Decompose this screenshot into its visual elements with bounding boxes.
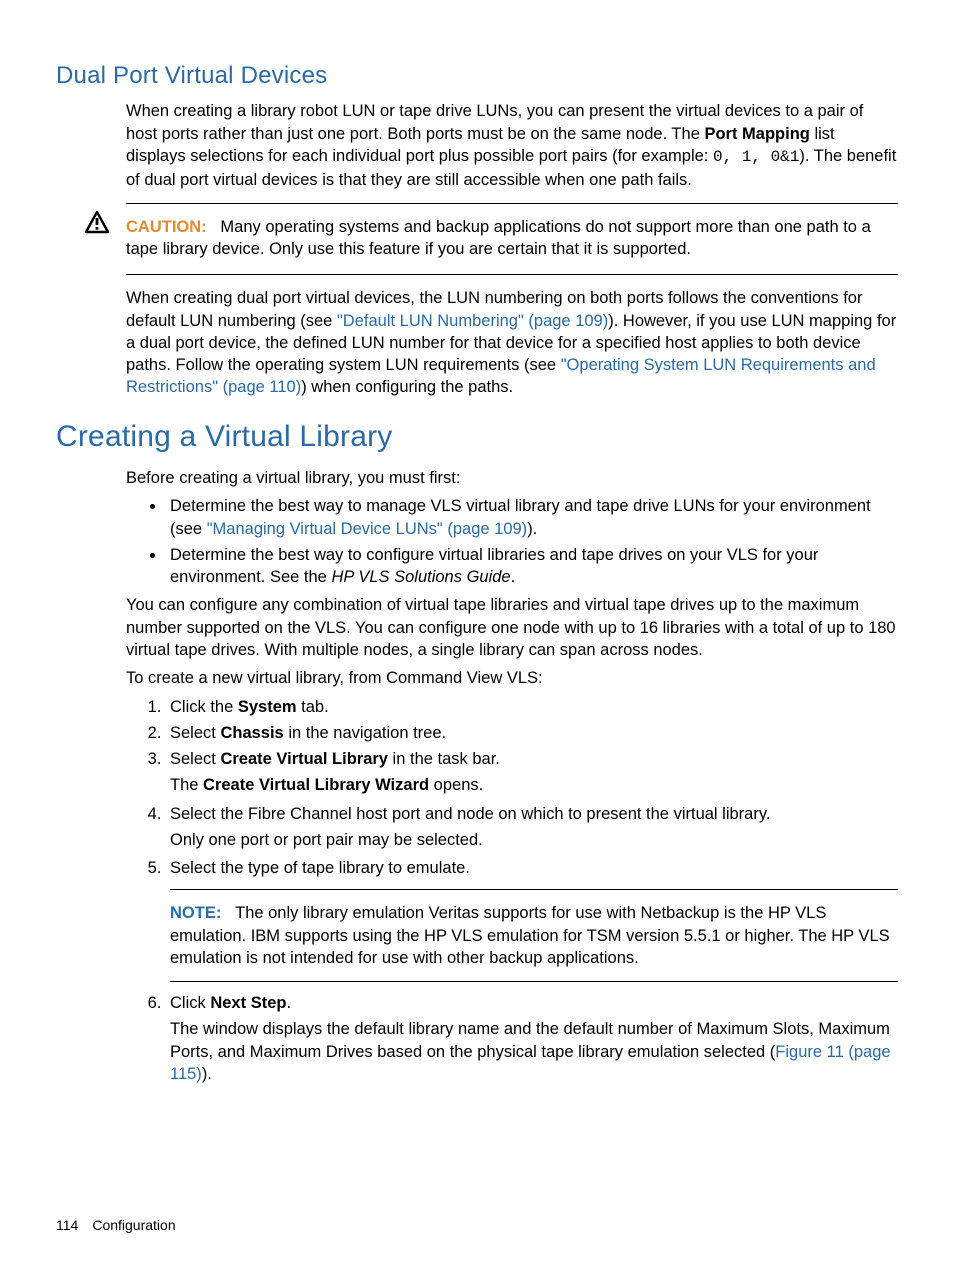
italic-guide: HP VLS Solutions Guide: [331, 568, 510, 586]
ordered-steps: Click the System tab. Select Chassis in …: [126, 696, 898, 1086]
text: Click: [170, 994, 210, 1012]
text: in the task bar.: [388, 750, 500, 768]
section1-body2: When creating dual port virtual devices,…: [126, 287, 898, 398]
para-intro: Before creating a virtual library, you m…: [126, 467, 898, 489]
bullet-list: Determine the best way to manage VLS vir…: [126, 495, 898, 588]
step-2: Select Chassis in the navigation tree.: [166, 722, 898, 744]
text: Click the: [170, 698, 238, 716]
para: When creating dual port virtual devices,…: [126, 287, 898, 398]
text: ).: [202, 1065, 212, 1083]
section2-body: Before creating a virtual library, you m…: [126, 467, 898, 1085]
link-default-lun[interactable]: "Default LUN Numbering" (page 109): [337, 312, 608, 330]
text: .: [286, 994, 291, 1012]
caution-text: CAUTION: Many operating systems and back…: [126, 216, 898, 261]
bold-system: System: [238, 698, 297, 716]
caution-icon: [84, 210, 110, 234]
page-footer: 114 Configuration: [56, 1216, 176, 1235]
para: When creating a library robot LUN or tap…: [126, 100, 898, 190]
text: The: [170, 776, 203, 794]
bold-chassis: Chassis: [220, 724, 283, 742]
text: Select the Fibre Channel host port and n…: [170, 805, 770, 823]
note-admonition: NOTE: The only library emulation Veritas…: [170, 889, 898, 982]
step-sub: The window displays the default library …: [170, 1018, 898, 1085]
para: You can configure any combination of vir…: [126, 594, 898, 661]
text: ).: [527, 520, 537, 538]
bold-create-vl: Create Virtual Library: [220, 750, 388, 768]
bold-port-mapping: Port Mapping: [704, 125, 809, 143]
caution-label: CAUTION:: [126, 218, 207, 236]
note-text: NOTE: The only library emulation Veritas…: [170, 902, 898, 969]
page-number: 114: [56, 1216, 78, 1235]
text: The only library emulation Veritas suppo…: [170, 904, 890, 967]
list-item: Determine the best way to configure virt…: [166, 544, 898, 589]
para: To create a new virtual library, from Co…: [126, 667, 898, 689]
step-6: Click Next Step. The window displays the…: [166, 992, 898, 1085]
step-3: Select Create Virtual Library in the tas…: [166, 748, 898, 797]
text: Select the type of tape library to emula…: [170, 859, 470, 877]
step-5: Select the type of tape library to emula…: [166, 857, 898, 982]
section1-body: When creating a library robot LUN or tap…: [126, 100, 898, 190]
link-managing-luns[interactable]: "Managing Virtual Device LUNs" (page 109…: [207, 520, 528, 538]
text: opens.: [429, 776, 483, 794]
step-sub: The Create Virtual Library Wizard opens.: [170, 774, 898, 796]
text: .: [511, 568, 516, 586]
text: ) when configuring the paths.: [301, 378, 513, 396]
heading-creating-virtual-library: Creating a Virtual Library: [56, 417, 898, 458]
text: tab.: [297, 698, 329, 716]
list-item: Determine the best way to manage VLS vir…: [166, 495, 898, 540]
bold-next-step: Next Step: [210, 994, 286, 1012]
text: Select: [170, 724, 220, 742]
bold-wizard: Create Virtual Library Wizard: [203, 776, 429, 794]
note-label: NOTE:: [170, 904, 221, 922]
footer-label: Configuration: [92, 1217, 175, 1233]
code-port-list: 0, 1, 0&1: [713, 148, 799, 166]
text: Many operating systems and backup applic…: [126, 218, 871, 258]
heading-dual-port: Dual Port Virtual Devices: [56, 60, 898, 92]
step-4: Select the Fibre Channel host port and n…: [166, 803, 898, 852]
caution-admonition: CAUTION: Many operating systems and back…: [126, 203, 898, 276]
text: Select: [170, 750, 220, 768]
step-1: Click the System tab.: [166, 696, 898, 718]
text: in the navigation tree.: [284, 724, 446, 742]
step-sub: Only one port or port pair may be select…: [170, 829, 898, 851]
